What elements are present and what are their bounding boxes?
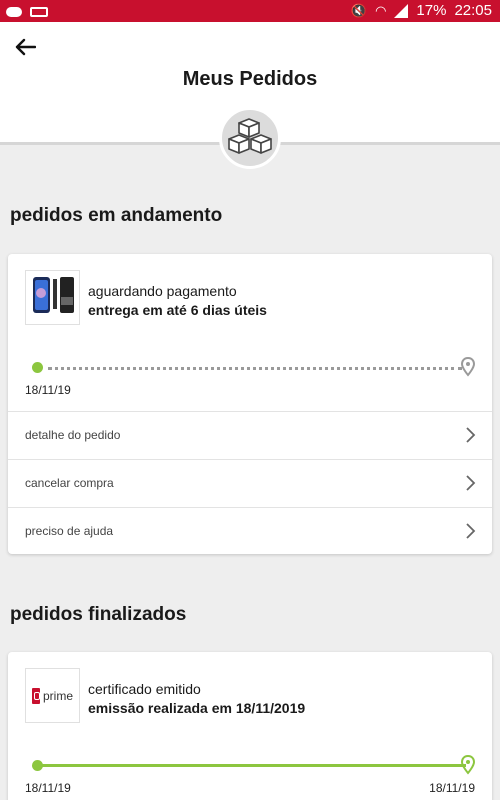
order-timeline xyxy=(32,357,476,377)
menu-label: cancelar compra xyxy=(25,476,114,490)
timeline-pending-line xyxy=(48,367,462,370)
brand-mark-icon xyxy=(31,687,40,704)
page-title: Meus Pedidos xyxy=(182,68,318,90)
mute-icon: 🔇 xyxy=(350,2,368,18)
orders-badge xyxy=(219,107,281,169)
timeline-start-date: 18/11/19 xyxy=(25,383,71,397)
order-timeline xyxy=(32,755,476,775)
clock: 22:05 xyxy=(454,2,492,19)
cancel-purchase-link[interactable]: cancelar compra xyxy=(8,459,492,507)
order-card-in-progress: aguardando pagamento entrega em até 6 di… xyxy=(8,254,492,554)
section-title-finished: pedidos finalizados xyxy=(10,604,187,625)
delivery-estimate: entrega em até 6 dias úteis xyxy=(88,302,267,318)
wifi-icon: ◠ xyxy=(375,2,387,18)
phone-product-image xyxy=(33,277,74,313)
section-title-in-progress: pedidos em andamento xyxy=(10,205,223,226)
prime-logo: prime xyxy=(26,669,79,722)
boxes-icon xyxy=(228,118,272,154)
order-card-finished[interactable]: prime certificado emitido emissão realiz… xyxy=(8,652,492,800)
timeline-start-dot xyxy=(32,362,43,373)
voicemail-icon xyxy=(30,7,48,17)
menu-label: preciso de ajuda xyxy=(25,524,114,538)
back-button[interactable] xyxy=(10,32,40,62)
order-status: aguardando pagamento xyxy=(88,283,237,299)
location-pin-icon xyxy=(460,357,476,377)
chevron-right-icon xyxy=(466,523,476,539)
signal-icon xyxy=(394,3,409,18)
issue-date: emissão realizada em 18/11/2019 xyxy=(88,700,306,716)
prime-thumbnail: prime xyxy=(25,668,80,723)
timeline-start-date: 18/11/19 xyxy=(25,781,71,795)
status-bar: 🔇 ◠ 17% 22:05 xyxy=(0,0,500,22)
timeline-start-dot xyxy=(32,760,43,771)
chevron-right-icon xyxy=(466,475,476,491)
order-status: certificado emitido xyxy=(88,681,201,697)
cloud-icon xyxy=(6,7,22,17)
arrow-left-icon xyxy=(15,38,36,56)
battery-level: 17% xyxy=(416,2,447,19)
menu-label: detalhe do pedido xyxy=(25,428,121,442)
timeline-end-date: 18/11/19 xyxy=(429,781,475,795)
chevron-right-icon xyxy=(466,427,476,443)
product-thumbnail xyxy=(25,270,80,325)
timeline-complete-line xyxy=(40,764,466,767)
order-detail-link[interactable]: detalhe do pedido xyxy=(8,411,492,459)
help-link[interactable]: preciso de ajuda xyxy=(8,507,492,555)
location-pin-icon xyxy=(460,755,476,775)
prime-logo-text: prime xyxy=(42,688,73,703)
